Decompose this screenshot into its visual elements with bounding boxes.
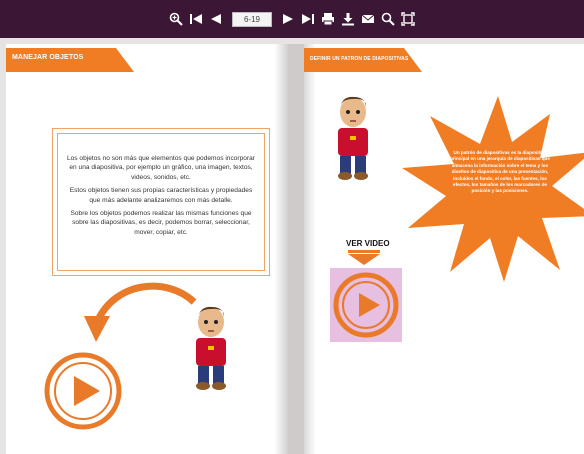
print-icon[interactable] — [320, 11, 336, 27]
page-gutter-shadow — [274, 44, 288, 454]
last-page-icon[interactable] — [300, 11, 316, 27]
page-indicator[interactable]: 6-19 — [232, 11, 272, 27]
paragraph: Los objetos no son más que elementos que… — [66, 155, 256, 181]
star-text: Un patrón de diapositivas es la diaposit… — [450, 150, 550, 194]
video-thumbnail[interactable] — [330, 268, 402, 342]
video-label: VER VIDEO — [346, 239, 390, 248]
left-page-title: MANEJAR OBJETOS — [12, 54, 84, 61]
toolbar-controls: 6-19 — [168, 11, 416, 27]
fullscreen-icon[interactable] — [400, 11, 416, 27]
right-page: DEFINIR UN PATRON DE DIAPOSITIVAS Un pat… — [304, 44, 584, 454]
search-icon[interactable] — [380, 11, 396, 27]
cartoon-man-icon — [196, 306, 226, 390]
next-page-icon[interactable] — [280, 11, 296, 27]
page-gutter-shadow — [304, 44, 316, 454]
cartoon-man-icon — [338, 96, 368, 180]
right-page-title: DEFINIR UN PATRON DE DIAPOSITIVAS — [310, 56, 409, 62]
paragraph: Estos objetos tienen sus propias caracte… — [69, 187, 253, 204]
play-video-icon[interactable] — [330, 268, 402, 342]
down-arrow-icon — [348, 250, 380, 265]
download-icon[interactable] — [340, 11, 356, 27]
previous-page-icon[interactable] — [208, 11, 224, 27]
objects-text-box: Los objetos no son más que elementos que… — [52, 128, 270, 276]
first-page-icon[interactable] — [188, 11, 204, 27]
email-icon[interactable] — [360, 11, 376, 27]
paragraph: Sobre los objetos podemos realizar las m… — [70, 210, 252, 236]
play-video-icon[interactable] — [42, 350, 124, 432]
book-spine — [288, 44, 304, 454]
zoom-in-icon[interactable] — [168, 11, 184, 27]
viewer-toolbar: 6-19 — [0, 0, 584, 38]
left-page: MANEJAR OBJETOS Los objetos no son más q… — [6, 44, 288, 454]
objects-text-inner: Los objetos no son más que elementos que… — [57, 133, 265, 271]
